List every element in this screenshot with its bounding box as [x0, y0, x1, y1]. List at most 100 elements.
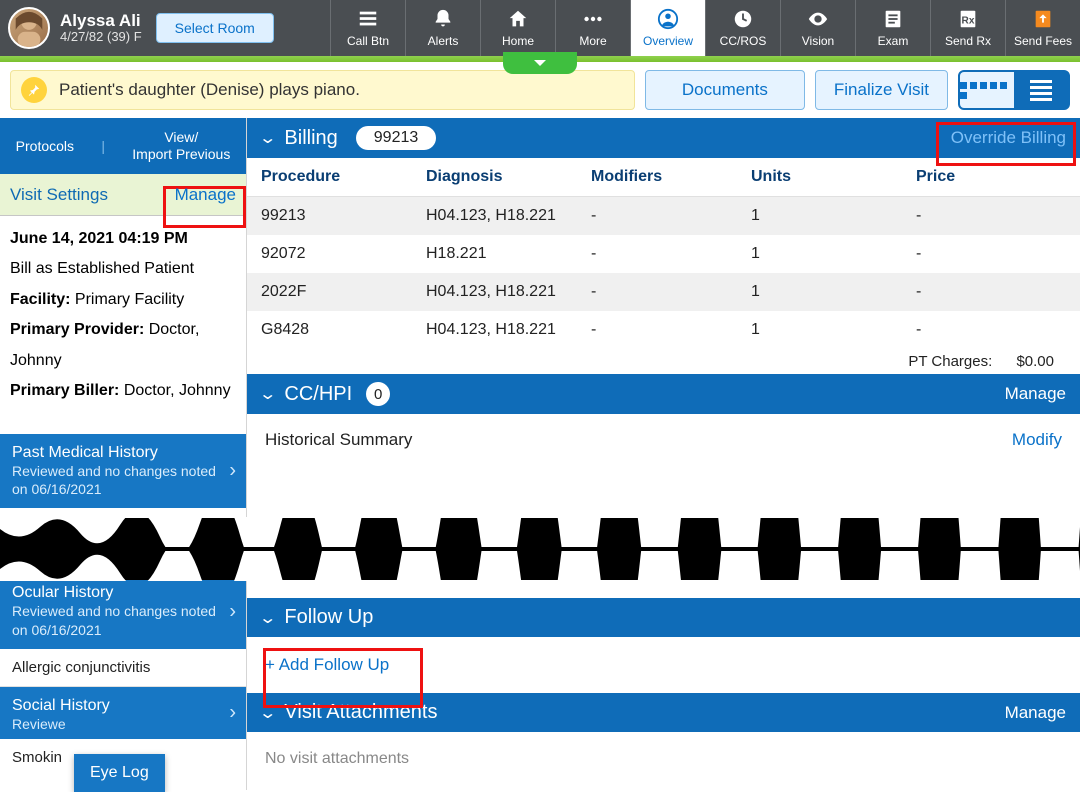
nav-label: Send Fees: [1014, 34, 1072, 48]
svg-text:Rx: Rx: [962, 16, 975, 27]
cchpi-title: CC/HPI: [284, 383, 352, 406]
modify-link[interactable]: Modify: [1012, 430, 1062, 450]
nav-send-rx[interactable]: Rx Send Rx: [930, 0, 1005, 56]
followup-title: Follow Up: [284, 606, 373, 629]
nav-exam[interactable]: Exam: [855, 0, 930, 56]
protocols-row: Protocols | View/ Import Previous: [0, 118, 246, 174]
billing-code-pill[interactable]: 99213: [356, 126, 437, 150]
protocols-link[interactable]: Protocols: [12, 138, 78, 155]
followup-header[interactable]: ⌄ Follow Up: [247, 598, 1080, 637]
list-view-button[interactable]: [1014, 72, 1068, 108]
pin-icon: [21, 77, 47, 103]
nav-label: Send Rx: [945, 34, 991, 48]
ocular-sub: Reviewed and no changes noted on 06/16/2…: [12, 602, 234, 638]
table-row[interactable]: 92072H18.221-1-: [247, 235, 1080, 273]
grid-view-button[interactable]: [960, 72, 1014, 108]
charges-value: $0.00: [1016, 353, 1054, 370]
nav-label: Home: [502, 34, 534, 48]
billing-table: Procedure Diagnosis Modifiers Units Pric…: [247, 158, 1080, 349]
visit-settings-label: Visit Settings: [10, 185, 108, 205]
sidebar: Protocols | View/ Import Previous Visit …: [0, 118, 247, 790]
cchpi-manage-link[interactable]: Manage: [1005, 384, 1066, 404]
lines-icon: [357, 8, 379, 30]
chevron-right-icon: ›: [229, 701, 236, 724]
primary-provider-row: Primary Provider: Doctor, Johnny: [10, 315, 236, 376]
nav-label: Overview: [643, 34, 693, 48]
ocular-panel[interactable]: Ocular History Reviewed and no changes n…: [0, 574, 246, 648]
bell-icon: [432, 8, 454, 30]
nav-alerts[interactable]: Alerts: [405, 0, 480, 56]
page-tear-graphic: [0, 518, 1080, 580]
pmh-sub: Reviewed and no changes noted on 06/16/2…: [12, 462, 234, 498]
col-units: Units: [737, 158, 902, 197]
col-diagnosis: Diagnosis: [412, 158, 577, 197]
billing-title: Billing: [284, 127, 337, 150]
visit-datetime: June 14, 2021 04:19 PM: [10, 224, 236, 254]
primary-biller-row: Primary Biller: Doctor, Johnny: [10, 376, 236, 424]
patient-note-text: Patient's daughter (Denise) plays piano.: [59, 80, 360, 100]
send-fees-icon: [1032, 8, 1054, 30]
avatar[interactable]: [8, 7, 50, 49]
nav-more[interactable]: More: [555, 0, 630, 56]
attachments-header[interactable]: ⌄ Visit Attachments Manage: [247, 693, 1080, 732]
chevron-right-icon: ›: [229, 460, 236, 483]
rx-icon: Rx: [957, 8, 979, 30]
nav-label: Vision: [802, 34, 834, 48]
dropdown-handle[interactable]: [503, 52, 577, 74]
nav-ccros[interactable]: CC/ROS: [705, 0, 780, 56]
visit-settings-row: Visit Settings Manage: [0, 174, 246, 216]
user-circle-icon: [657, 8, 679, 30]
override-billing-link[interactable]: Override Billing: [951, 128, 1066, 148]
table-row[interactable]: 99213H04.123, H18.221-1-: [247, 197, 1080, 236]
view-import-link[interactable]: View/ Import Previous: [128, 129, 234, 163]
nav-home[interactable]: Home: [480, 0, 555, 56]
followup-body: + Add Follow Up: [247, 637, 1080, 693]
table-row[interactable]: G8428H04.123, H18.221-1-: [247, 311, 1080, 349]
nav-send-fees[interactable]: Send Fees: [1005, 0, 1080, 56]
social-title: Social History: [12, 697, 234, 715]
patient-note-bar[interactable]: Patient's daughter (Denise) plays piano.: [10, 70, 635, 110]
nav-label: Exam: [878, 34, 909, 48]
patient-name: Alyssa Ali: [60, 11, 142, 31]
table-row[interactable]: 2022FH04.123, H18.221-1-: [247, 273, 1080, 311]
pmh-panel[interactable]: Past Medical History Reviewed and no cha…: [0, 434, 246, 508]
ocular-title: Ocular History: [12, 584, 234, 602]
green-strip: [0, 56, 1080, 62]
chevron-down-icon: ⌄: [258, 608, 277, 628]
nav: Call Btn Alerts Home More Overview CC/RO…: [330, 0, 1080, 56]
attachments-manage-link[interactable]: Manage: [1005, 703, 1066, 723]
bill-as: Bill as Established Patient: [10, 254, 236, 284]
nav-overview[interactable]: Overview: [630, 0, 705, 56]
nav-vision[interactable]: Vision: [780, 0, 855, 56]
billing-header[interactable]: ⌄ Billing 99213 Override Billing: [247, 118, 1080, 158]
manage-link[interactable]: Manage: [175, 185, 236, 205]
nav-label: CC/ROS: [720, 34, 767, 48]
cchpi-header[interactable]: ⌄ CC/HPI 0 Manage: [247, 374, 1080, 414]
nav-label: Call Btn: [347, 34, 389, 48]
document-icon: [882, 8, 904, 30]
patient-meta: 4/27/82 (39) F: [60, 30, 142, 45]
attachments-body: No visit attachments: [247, 732, 1080, 786]
pmh-title: Past Medical History: [12, 444, 234, 462]
content: ⌄ Billing 99213 Override Billing Procedu…: [247, 118, 1080, 790]
nav-call-btn[interactable]: Call Btn: [330, 0, 405, 56]
allergic-item[interactable]: Allergic conjunctivitis: [0, 649, 246, 687]
attachments-title: Visit Attachments: [284, 701, 437, 724]
grid-icon: [960, 82, 1014, 99]
col-modifiers: Modifiers: [577, 158, 737, 197]
view-toggle: [958, 70, 1070, 110]
list-icon: [1030, 80, 1052, 101]
patient-info: Alyssa Ali 4/27/82 (39) F: [60, 11, 142, 45]
social-panel[interactable]: Social History Reviewe ›: [0, 687, 246, 739]
add-followup-link[interactable]: + Add Follow Up: [265, 655, 389, 674]
clock-icon: [732, 8, 754, 30]
documents-button[interactable]: Documents: [645, 70, 805, 110]
chevron-down-icon: ⌄: [258, 128, 277, 148]
finalize-visit-button[interactable]: Finalize Visit: [815, 70, 948, 110]
cchpi-count: 0: [366, 382, 390, 406]
eye-icon: [807, 8, 829, 30]
historical-label: Historical Summary: [265, 430, 412, 450]
eye-log-popover[interactable]: Eye Log: [74, 754, 165, 792]
nav-label: More: [579, 34, 606, 48]
select-room-button[interactable]: Select Room: [156, 13, 274, 43]
